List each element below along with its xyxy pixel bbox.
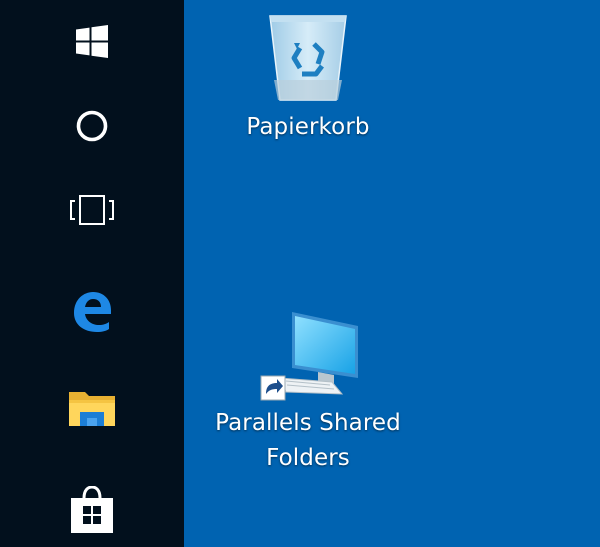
taskbar bbox=[0, 0, 184, 547]
cortana-ring-icon bbox=[76, 110, 108, 142]
recycle-bin-icon bbox=[269, 15, 347, 101]
parallels-label-line-1: Parallels Shared bbox=[215, 410, 401, 436]
task-view-icon bbox=[70, 195, 114, 225]
computer-shortcut-icon bbox=[260, 312, 358, 401]
file-explorer-button[interactable] bbox=[0, 366, 184, 450]
task-view-button[interactable] bbox=[0, 168, 184, 252]
desktop-icon-recycle-bin[interactable]: Papierkorb bbox=[232, 10, 384, 145]
folder-icon bbox=[69, 392, 115, 426]
edge-browser-button[interactable] bbox=[0, 268, 184, 352]
edge-browser-icon bbox=[74, 292, 111, 332]
cortana-button[interactable] bbox=[0, 84, 184, 168]
windows-logo-icon bbox=[76, 25, 108, 58]
desktop-icon-parallels-shared-folders[interactable]: Parallels Shared Folders bbox=[212, 306, 404, 476]
store-button[interactable] bbox=[0, 468, 184, 547]
start-button[interactable] bbox=[0, 0, 184, 84]
parallels-label-line-2: Folders bbox=[266, 445, 350, 471]
store-bag-icon bbox=[71, 486, 113, 533]
desktop-screen: Papierkorb Parallels Shared Folders bbox=[0, 0, 600, 547]
recycle-bin-label: Papierkorb bbox=[246, 114, 370, 140]
